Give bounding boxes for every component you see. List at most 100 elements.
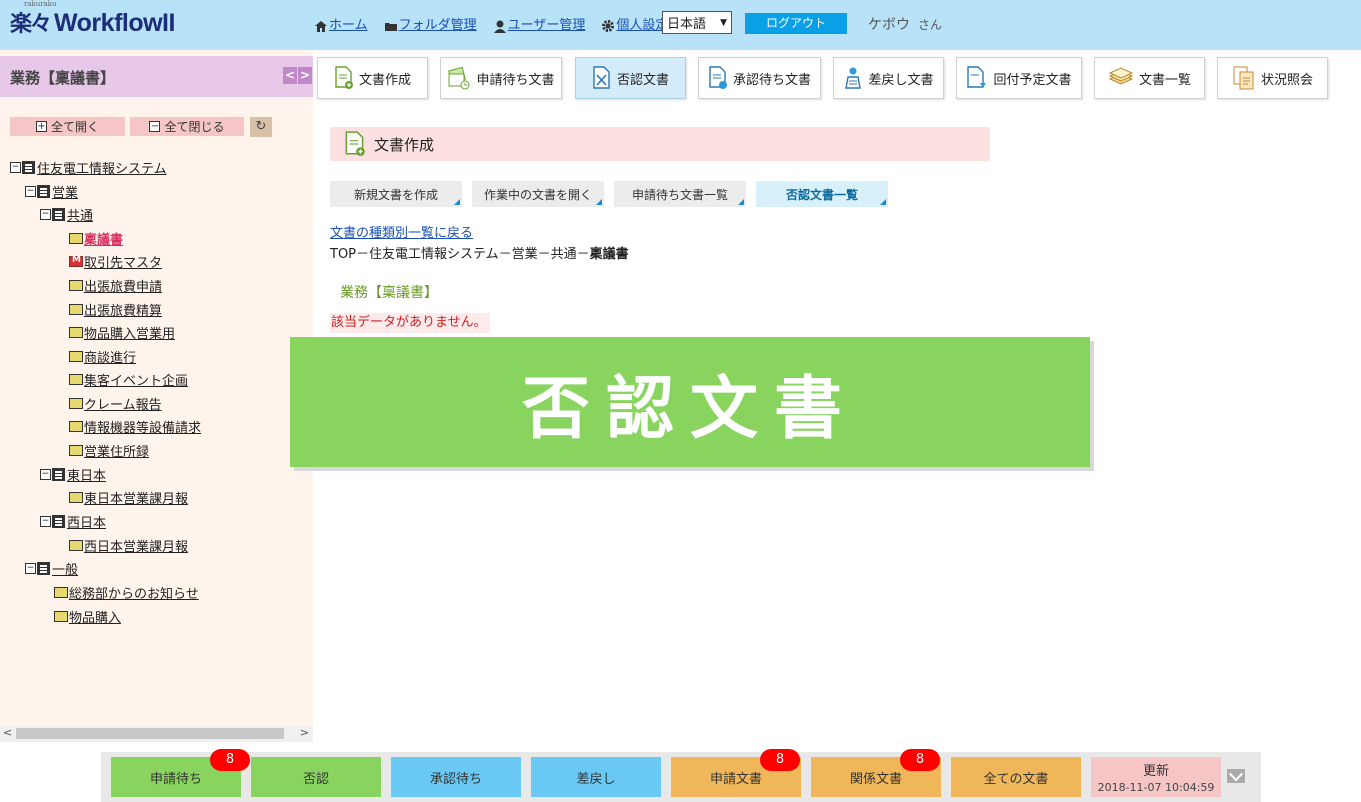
mail-folder-icon [69,255,83,267]
doc-circulate-icon [967,66,987,88]
tree-node[interactable]: 出張旅費精算 [69,300,162,319]
doc-returned-icon [845,67,862,89]
bottom-pending-button[interactable]: 申請待ち 8 [111,749,250,797]
folder-icon [69,303,83,315]
bottom-refresh-button[interactable]: 更新 2018-11-07 10:04:59 [1091,757,1221,797]
back-to-doc-types-link[interactable]: 文書の種類別一覧に戻る [330,222,473,241]
bottom-related-button[interactable]: 関係文書 8 [811,749,941,797]
refresh-icon[interactable]: ↻ [250,117,272,137]
expand-all-button[interactable]: + 全て開く [10,117,125,136]
tree-node[interactable]: − 営業 [25,182,78,201]
language-select[interactable]: 日本語 ▼ [662,11,732,34]
toolbar-doc-pending[interactable]: 申請待ち文書 [440,57,562,99]
folder-icon [69,326,83,338]
tree-node[interactable]: クレーム報告 [69,394,162,413]
logo-workflow: WorkflowII [54,9,175,37]
doc-create-icon [345,131,365,156]
nav-user-admin[interactable]: ユーザー管理 [493,13,585,33]
collapse-icon[interactable]: − [10,161,21,173]
count-badge: 8 [900,749,940,771]
no-data-message: 該当データがありません。 [330,313,490,333]
tree-node[interactable]: 物品購入 [54,607,121,626]
nav-personal-settings[interactable]: 個人設定 [601,13,668,33]
sidebar-title: 業務【稟議書】 < > [0,56,313,97]
tree-node[interactable]: 商談進行 [69,347,136,366]
doc-rejected-icon [593,66,610,89]
collapse-icon[interactable]: − [25,185,36,197]
collapse-icon[interactable]: − [40,515,51,527]
folder-icon [69,350,83,362]
subtab-open-working[interactable]: 作業中の文書を開く [472,181,604,207]
breadcrumb: TOP－住友電工情報システム－営業－共通－稟議書 [330,247,629,262]
database-icon [22,160,35,174]
scroll-right-icon[interactable]: > [300,726,309,739]
rejected-docs-banner: 否認文書 [290,337,1090,467]
tree-node[interactable]: 総務部からのお知らせ [54,583,199,602]
tree-node[interactable]: 物品購入営業用 [69,323,175,342]
bottom-all-docs-button[interactable]: 全ての文書 [951,757,1081,797]
chevron-right-icon[interactable]: > [298,67,312,84]
doc-pending-icon [448,66,470,90]
tree-node[interactable]: − 共通 [40,205,93,224]
header: rakuraku 楽々 WorkflowII ホーム フォルダ管理 ユーザー管理 … [0,0,1361,50]
scroll-thumb[interactable] [16,728,284,739]
scroll-left-icon[interactable]: < [3,726,12,739]
database-icon [52,207,65,221]
database-icon [37,561,50,575]
logo-raku: rakuraku 楽々 [10,0,57,37]
toolbar-doc-approval[interactable]: 承認待ち文書 [698,57,821,99]
chevron-down-icon: ▼ [720,17,727,28]
toolbar-doc-returned[interactable]: 差戻し文書 [833,57,944,99]
toolbar-doc-list[interactable]: 文書一覧 [1094,57,1205,99]
tree-node[interactable]: 稟議書 [69,229,123,248]
status-inquiry-icon [1233,66,1254,90]
tree-node[interactable]: 情報機器等設備請求 [69,417,201,436]
toolbar-doc-circulate[interactable]: 回付予定文書 [956,57,1082,99]
collapse-icon[interactable]: − [40,468,51,480]
subtab-new-document[interactable]: 新規文書を作成 [330,181,462,207]
collapse-icon[interactable]: − [25,562,36,574]
folder-icon [69,232,83,244]
refresh-timestamp: 2018-11-07 10:04:59 [1097,781,1215,794]
app-logo[interactable]: rakuraku 楽々 WorkflowII [10,0,175,38]
chevron-left-icon[interactable]: < [283,67,297,84]
tree-node[interactable]: 集客イベント企画 [69,370,188,389]
toolbar-status-inquiry[interactable]: 状況照会 [1217,57,1328,99]
nav-folder-admin[interactable]: フォルダ管理 [384,13,477,33]
bottom-approval-button[interactable]: 承認待ち [391,757,521,797]
doc-approval-icon [709,66,727,89]
tree-node[interactable]: − 一般 [25,559,78,578]
database-icon [52,467,65,481]
logout-button[interactable]: ログアウト [745,13,847,34]
folder-icon [69,279,83,291]
bottom-applied-button[interactable]: 申請文書 8 [671,749,801,797]
section-title: 文書作成 [330,127,990,161]
subtab-rejected-list[interactable]: 否認文書一覧 [756,181,888,207]
tree-node[interactable]: − 住友電工情報システム [10,158,167,177]
top-nav: ホーム フォルダ管理 ユーザー管理 個人設定 [314,13,684,33]
nav-home[interactable]: ホーム [314,13,368,33]
home-icon [315,21,327,32]
tree-node[interactable]: − 西日本 [40,512,106,531]
chevron-down-icon[interactable] [1227,769,1245,783]
bottom-returned-button[interactable]: 差戻し [531,757,661,797]
collapse-icon[interactable]: − [40,208,51,220]
toolbar-doc-create[interactable]: 文書作成 [317,57,428,99]
tree-node[interactable]: 東日本営業課月報 [69,488,188,507]
folder-icon [69,420,83,432]
document-type-title: 業務【稟議書】 [340,285,438,301]
collapse-all-button[interactable]: − 全て閉じる [130,117,244,136]
sidebar: 業務【稟議書】 < > + 全て開く − 全て閉じる ↻ − 住友電工情報システム −… [0,50,313,742]
horizontal-scrollbar[interactable]: < > [0,726,313,742]
toolbar-doc-rejected[interactable]: 否認文書 [575,57,686,99]
tree-node[interactable]: 西日本営業課月報 [69,536,188,555]
tree-node[interactable]: − 東日本 [40,465,106,484]
bottom-rejected-button[interactable]: 否認 [251,757,381,797]
folder-icon [69,373,83,385]
plus-icon: + [35,121,47,132]
subtab-pending-list[interactable]: 申請待ち文書一覧 [614,181,746,207]
tree-node[interactable]: 出張旅費申請 [69,276,162,295]
user-icon [493,20,506,33]
tree-node[interactable]: 取引先マスタ [69,252,162,271]
tree-node[interactable]: 営業住所録 [69,441,149,460]
